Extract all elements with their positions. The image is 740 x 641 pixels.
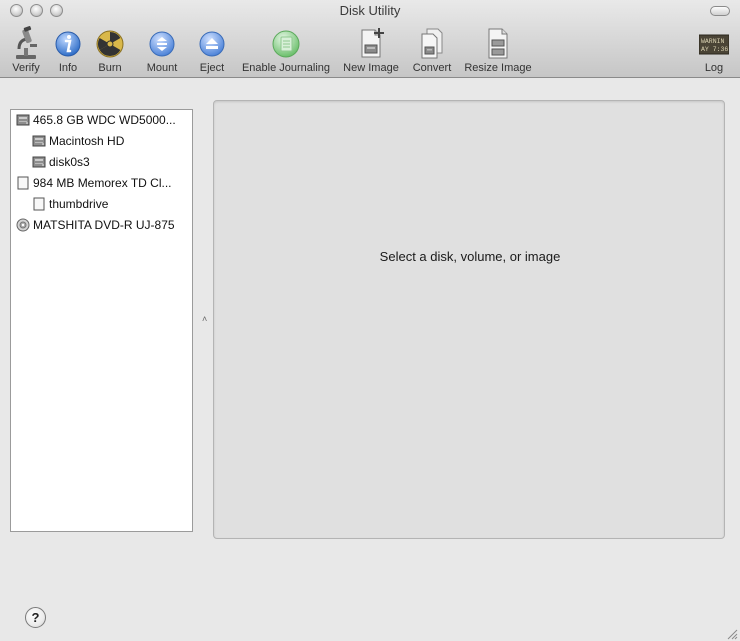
convert-button[interactable]: Convert	[410, 26, 454, 74]
eject-button[interactable]: Eject	[196, 26, 228, 74]
convert-icon	[416, 26, 448, 60]
new-image-label: New Image	[343, 62, 399, 74]
disk-item-label: 984 MB Memorex TD Cl...	[33, 176, 172, 190]
disk-item[interactable]: MATSHITA DVD-R UJ-875	[16, 215, 175, 235]
mount-icon	[146, 26, 178, 60]
svg-text:AY 7:36: AY 7:36	[701, 46, 728, 53]
optical-drive-icon	[16, 218, 30, 232]
volume-item[interactable]: disk0s3	[32, 152, 90, 172]
volume-item-label: Macintosh HD	[49, 134, 125, 148]
disk-item-label: MATSHITA DVD-R UJ-875	[33, 218, 175, 232]
journal-icon	[270, 26, 302, 60]
info-icon	[52, 26, 84, 60]
new-image-icon	[355, 26, 387, 60]
usb-drive-icon	[16, 176, 30, 190]
volume-item-label: disk0s3	[49, 155, 90, 169]
new-image-button[interactable]: New Image	[340, 26, 402, 74]
eject-icon	[196, 26, 228, 60]
resize-image-label: Resize Image	[464, 62, 532, 74]
resize-image-button[interactable]: Resize Image	[462, 26, 534, 74]
mount-button[interactable]: Mount	[143, 26, 181, 74]
burn-button[interactable]: Burn	[94, 26, 126, 74]
resize-image-icon	[482, 26, 514, 60]
disk-item[interactable]: 465.8 GB WDC WD5000...	[16, 110, 176, 130]
volume-item-label: thumbdrive	[49, 197, 109, 211]
empty-selection-message: Select a disk, volume, or image	[379, 249, 561, 264]
volume-item[interactable]: thumbdrive	[32, 194, 108, 214]
disk-item-label: 465.8 GB WDC WD5000...	[33, 113, 176, 127]
verify-label: Verify	[12, 62, 40, 74]
log-icon: WARNIN AY 7:36	[698, 26, 730, 60]
svg-text:WARNIN: WARNIN	[701, 38, 725, 45]
detail-pane: Select a disk, volume, or image	[213, 100, 725, 539]
enable-journaling-button[interactable]: Enable Journaling	[238, 26, 334, 74]
toolbar-toggle-button[interactable]	[710, 6, 730, 16]
convert-label: Convert	[412, 62, 452, 74]
disk-utility-window: Disk Utility Verify Info Burn Mount Ejec…	[0, 0, 740, 641]
log-button[interactable]: WARNIN AY 7:36 Log	[697, 26, 731, 74]
window-title: Disk Utility	[339, 3, 401, 18]
microscope-icon	[10, 26, 42, 60]
hard-drive-icon	[16, 113, 30, 127]
mount-label: Mount	[146, 62, 178, 74]
split-view-handle[interactable]: ˄	[202, 315, 207, 324]
radiation-icon	[94, 26, 126, 60]
eject-label: Eject	[199, 62, 225, 74]
info-label: Info	[58, 62, 78, 74]
disk-item[interactable]: 984 MB Memorex TD Cl...	[16, 173, 171, 193]
unified-toolbar: Disk Utility Verify Info Burn Mount Ejec…	[0, 0, 740, 78]
log-label: Log	[704, 62, 724, 74]
burn-label: Burn	[98, 62, 122, 74]
hard-drive-icon	[32, 134, 46, 148]
help-button[interactable]: ?	[25, 607, 46, 628]
enable-journaling-label: Enable Journaling	[241, 62, 331, 74]
volume-item[interactable]: Macintosh HD	[32, 131, 124, 151]
disk-list-sidebar[interactable]: 465.8 GB WDC WD5000... Macintosh HD disk…	[10, 109, 193, 532]
resize-grip-icon[interactable]	[726, 627, 738, 640]
hard-drive-icon	[32, 155, 46, 169]
info-button[interactable]: Info	[52, 26, 84, 74]
usb-drive-icon	[32, 197, 46, 211]
verify-button[interactable]: Verify	[8, 26, 44, 74]
